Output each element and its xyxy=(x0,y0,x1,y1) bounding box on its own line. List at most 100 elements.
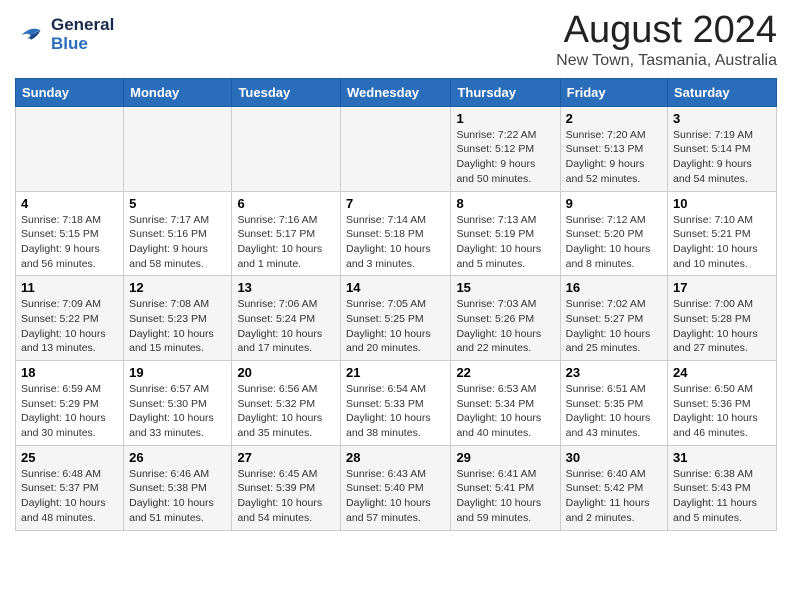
calendar-cell: 10Sunrise: 7:10 AM Sunset: 5:21 PM Dayli… xyxy=(668,191,777,276)
day-info: Sunrise: 7:16 AM Sunset: 5:17 PM Dayligh… xyxy=(237,213,335,272)
day-number: 14 xyxy=(346,280,445,295)
page-subtitle: New Town, Tasmania, Australia xyxy=(556,52,777,70)
header-cell-saturday: Saturday xyxy=(668,78,777,106)
calendar-cell: 16 Sunrise: 7:02 AM Sunset: 5:27 PM Dayli… xyxy=(560,276,667,361)
day-number: 23 xyxy=(566,365,662,380)
day-info: Sunrise: 7:14 AM Sunset: 5:18 PM Dayligh… xyxy=(346,213,445,272)
day-info: Sunrise: 7:20 AM Sunset: 5:13 PM Dayligh… xyxy=(566,128,662,187)
calendar-cell: 25 Sunrise: 6:48 AM Sunset: 5:37 PM Dayli… xyxy=(16,445,124,530)
day-info: Sunrise: 7:03 AM Sunset: 5:26 PM Dayligh… xyxy=(456,297,554,356)
calendar-cell: 14Sunrise: 7:05 AM Sunset: 5:25 PM Dayli… xyxy=(341,276,451,361)
calendar-cell: 7 Sunrise: 7:14 AM Sunset: 5:18 PM Daylig… xyxy=(341,191,451,276)
logo-text: General Blue xyxy=(51,16,114,53)
calendar-cell xyxy=(124,106,232,191)
title-area: August 2024 New Town, Tasmania, Australi… xyxy=(556,10,777,70)
header: General Blue August 2024 New Town, Tasma… xyxy=(15,10,777,70)
calendar-cell: 21 Sunrise: 6:54 AM Sunset: 5:33 PM Dayli… xyxy=(341,361,451,446)
day-info: Sunrise: 6:46 AM Sunset: 5:38 PM Dayligh… xyxy=(129,467,226,526)
calendar-cell: 12 Sunrise: 7:08 AM Sunset: 5:23 PM Dayli… xyxy=(124,276,232,361)
day-number: 15 xyxy=(456,280,554,295)
day-info: Sunrise: 6:50 AM Sunset: 5:36 PM Dayligh… xyxy=(673,382,771,441)
day-number: 16 xyxy=(566,280,662,295)
calendar-cell: 23Sunrise: 6:51 AM Sunset: 5:35 PM Dayli… xyxy=(560,361,667,446)
calendar-cell: 2Sunrise: 7:20 AM Sunset: 5:13 PM Daylig… xyxy=(560,106,667,191)
day-info: Sunrise: 7:00 AM Sunset: 5:28 PM Dayligh… xyxy=(673,297,771,356)
day-number: 7 xyxy=(346,196,445,211)
day-info: Sunrise: 7:08 AM Sunset: 5:23 PM Dayligh… xyxy=(129,297,226,356)
day-number: 20 xyxy=(237,365,335,380)
day-info: Sunrise: 7:18 AM Sunset: 5:15 PM Dayligh… xyxy=(21,213,118,272)
calendar-cell: 26 Sunrise: 6:46 AM Sunset: 5:38 PM Dayli… xyxy=(124,445,232,530)
day-info: Sunrise: 7:12 AM Sunset: 5:20 PM Dayligh… xyxy=(566,213,662,272)
day-number: 22 xyxy=(456,365,554,380)
calendar-cell xyxy=(16,106,124,191)
day-number: 4 xyxy=(21,196,118,211)
day-number: 8 xyxy=(456,196,554,211)
day-number: 11 xyxy=(21,280,118,295)
calendar-cell: 15 Sunrise: 7:03 AM Sunset: 5:26 PM Dayli… xyxy=(451,276,560,361)
calendar-cell: 4 Sunrise: 7:18 AM Sunset: 5:15 PM Daylig… xyxy=(16,191,124,276)
calendar-cell: 20 Sunrise: 6:56 AM Sunset: 5:32 PM Dayli… xyxy=(232,361,341,446)
day-number: 25 xyxy=(21,450,118,465)
day-info: Sunrise: 7:13 AM Sunset: 5:19 PM Dayligh… xyxy=(456,213,554,272)
day-info: Sunrise: 6:54 AM Sunset: 5:33 PM Dayligh… xyxy=(346,382,445,441)
header-cell-monday: Monday xyxy=(124,78,232,106)
day-info: Sunrise: 6:41 AM Sunset: 5:41 PM Dayligh… xyxy=(456,467,554,526)
calendar-week-row: 18 Sunrise: 6:59 AM Sunset: 5:29 PM Dayli… xyxy=(16,361,777,446)
day-number: 17 xyxy=(673,280,771,295)
header-cell-friday: Friday xyxy=(560,78,667,106)
day-number: 5 xyxy=(129,196,226,211)
day-info: Sunrise: 7:09 AM Sunset: 5:22 PM Dayligh… xyxy=(21,297,118,356)
calendar-cell: 17 Sunrise: 7:00 AM Sunset: 5:28 PM Dayli… xyxy=(668,276,777,361)
day-number: 27 xyxy=(237,450,335,465)
day-info: Sunrise: 6:57 AM Sunset: 5:30 PM Dayligh… xyxy=(129,382,226,441)
calendar-cell: 28Sunrise: 6:43 AM Sunset: 5:40 PM Dayli… xyxy=(341,445,451,530)
day-info: Sunrise: 6:40 AM Sunset: 5:42 PM Dayligh… xyxy=(566,467,662,526)
day-number: 21 xyxy=(346,365,445,380)
calendar-cell: 11 Sunrise: 7:09 AM Sunset: 5:22 PM Dayli… xyxy=(16,276,124,361)
page-title: August 2024 xyxy=(556,10,777,52)
header-cell-thursday: Thursday xyxy=(451,78,560,106)
day-number: 29 xyxy=(456,450,554,465)
day-info: Sunrise: 6:48 AM Sunset: 5:37 PM Dayligh… xyxy=(21,467,118,526)
calendar-cell: 22 Sunrise: 6:53 AM Sunset: 5:34 PM Dayli… xyxy=(451,361,560,446)
day-number: 30 xyxy=(566,450,662,465)
calendar-cell: 18 Sunrise: 6:59 AM Sunset: 5:29 PM Dayli… xyxy=(16,361,124,446)
calendar-cell: 1 Sunrise: 7:22 AM Sunset: 5:12 PM Daylig… xyxy=(451,106,560,191)
calendar-week-row: 25 Sunrise: 6:48 AM Sunset: 5:37 PM Dayli… xyxy=(16,445,777,530)
header-cell-wednesday: Wednesday xyxy=(341,78,451,106)
logo-icon xyxy=(15,19,47,51)
day-number: 28 xyxy=(346,450,445,465)
day-info: Sunrise: 6:59 AM Sunset: 5:29 PM Dayligh… xyxy=(21,382,118,441)
day-number: 12 xyxy=(129,280,226,295)
day-info: Sunrise: 7:17 AM Sunset: 5:16 PM Dayligh… xyxy=(129,213,226,272)
day-number: 6 xyxy=(237,196,335,211)
day-number: 18 xyxy=(21,365,118,380)
day-number: 1 xyxy=(456,111,554,126)
day-number: 3 xyxy=(673,111,771,126)
day-info: Sunrise: 7:22 AM Sunset: 5:12 PM Dayligh… xyxy=(456,128,554,187)
calendar-cell: 13Sunrise: 7:06 AM Sunset: 5:24 PM Dayli… xyxy=(232,276,341,361)
header-cell-tuesday: Tuesday xyxy=(232,78,341,106)
calendar-cell: 5 Sunrise: 7:17 AM Sunset: 5:16 PM Daylig… xyxy=(124,191,232,276)
day-info: Sunrise: 7:19 AM Sunset: 5:14 PM Dayligh… xyxy=(673,128,771,187)
calendar-cell: 29 Sunrise: 6:41 AM Sunset: 5:41 PM Dayli… xyxy=(451,445,560,530)
day-info: Sunrise: 7:10 AM Sunset: 5:21 PM Dayligh… xyxy=(673,213,771,272)
calendar-header-row: SundayMondayTuesdayWednesdayThursdayFrid… xyxy=(16,78,777,106)
day-info: Sunrise: 6:56 AM Sunset: 5:32 PM Dayligh… xyxy=(237,382,335,441)
day-info: Sunrise: 6:38 AM Sunset: 5:43 PM Dayligh… xyxy=(673,467,771,526)
calendar-cell: 27 Sunrise: 6:45 AM Sunset: 5:39 PM Dayli… xyxy=(232,445,341,530)
day-info: Sunrise: 6:45 AM Sunset: 5:39 PM Dayligh… xyxy=(237,467,335,526)
calendar-cell: 9 Sunrise: 7:12 AM Sunset: 5:20 PM Daylig… xyxy=(560,191,667,276)
day-info: Sunrise: 7:06 AM Sunset: 5:24 PM Dayligh… xyxy=(237,297,335,356)
day-number: 19 xyxy=(129,365,226,380)
day-number: 26 xyxy=(129,450,226,465)
calendar-week-row: 4 Sunrise: 7:18 AM Sunset: 5:15 PM Daylig… xyxy=(16,191,777,276)
calendar-cell: 24Sunrise: 6:50 AM Sunset: 5:36 PM Dayli… xyxy=(668,361,777,446)
day-info: Sunrise: 6:53 AM Sunset: 5:34 PM Dayligh… xyxy=(456,382,554,441)
calendar-cell: 19 Sunrise: 6:57 AM Sunset: 5:30 PM Dayli… xyxy=(124,361,232,446)
day-number: 31 xyxy=(673,450,771,465)
day-number: 9 xyxy=(566,196,662,211)
calendar-table: SundayMondayTuesdayWednesdayThursdayFrid… xyxy=(15,78,777,531)
day-info: Sunrise: 7:02 AM Sunset: 5:27 PM Dayligh… xyxy=(566,297,662,356)
